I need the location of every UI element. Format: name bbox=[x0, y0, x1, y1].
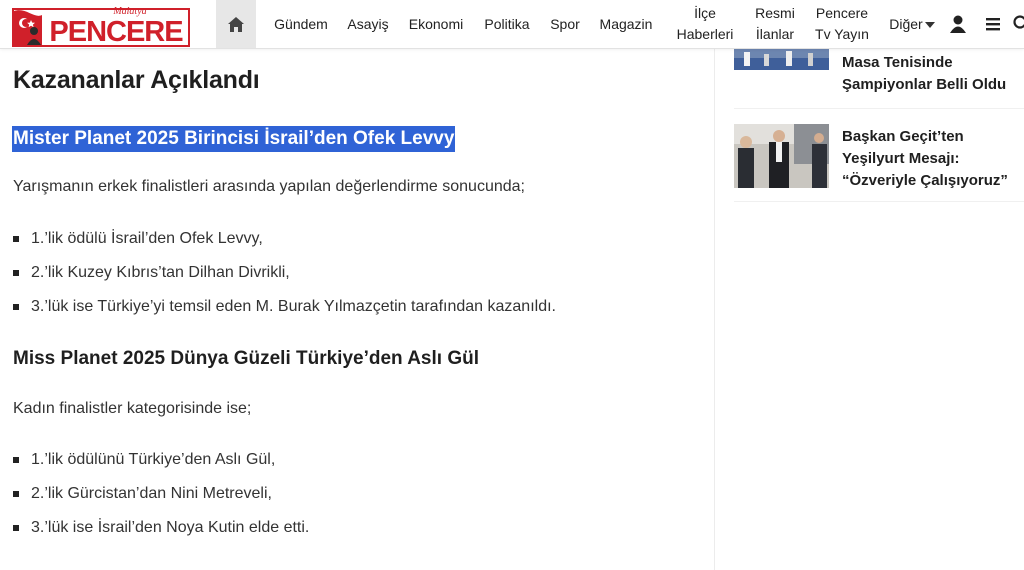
list-item: 1.’lik ödülü İsrail’den Ofek Levvy, bbox=[13, 230, 263, 248]
nav-item-asayis[interactable]: Asayiş bbox=[340, 0, 396, 48]
caret-down-icon bbox=[924, 22, 935, 28]
logo-title: PENCERE bbox=[49, 16, 183, 47]
sidebar-news-title[interactable]: Masa Tenisinde Şampiyonlar Belli Oldu bbox=[842, 52, 1024, 96]
site-logo[interactable]: Malatya PENCERE bbox=[12, 3, 190, 47]
sidebar-news-item[interactable]: Masa Tenisinde Şampiyonlar Belli Oldu bbox=[734, 48, 1024, 106]
nav-item-ekonomi[interactable]: Ekonomi bbox=[398, 0, 474, 48]
bullet bbox=[13, 236, 19, 242]
menu-icon[interactable] bbox=[983, 14, 1003, 34]
section2-intro: Kadın finalistler kategorisinde ise; bbox=[13, 400, 252, 417]
sidebar-separator bbox=[734, 201, 1024, 202]
article-heading: Kazananlar Açıklandı bbox=[13, 66, 260, 94]
nav-item-gundem[interactable]: Gündem bbox=[262, 0, 340, 48]
list-item: 2.’lik Gürcistan’dan Nini Metreveli, bbox=[13, 485, 272, 503]
list-item: 3.’lük ise Türkiye’yi temsil eden M. Bur… bbox=[13, 298, 556, 316]
search-icon[interactable] bbox=[1012, 14, 1024, 34]
sidebar-news-title[interactable]: Başkan Geçit’ten Yeşilyurt Mesajı: “Özve… bbox=[842, 126, 1024, 192]
bullet bbox=[13, 270, 19, 276]
sidebar-news-item[interactable]: Başkan Geçit’ten Yeşilyurt Mesajı: “Özve… bbox=[734, 124, 1024, 200]
nav-item-magazin[interactable]: Magazin bbox=[594, 0, 658, 48]
nav-item-spor[interactable]: Spor bbox=[542, 0, 588, 48]
list-item: 2.’lik Kuzey Kıbrıs’tan Dilhan Divrikli, bbox=[13, 264, 290, 282]
logo-image: Malatya PENCERE bbox=[12, 6, 190, 47]
nav-item-pencere-tv[interactable]: Pencere Tv Yayın bbox=[810, 0, 874, 48]
bullet bbox=[13, 525, 19, 531]
section1-intro: Yarışmanın erkek finalistleri arasında y… bbox=[13, 178, 525, 195]
column-divider bbox=[714, 48, 715, 570]
nav-item-ilce-haberleri[interactable]: İlçe Haberleri bbox=[668, 0, 742, 48]
section2-title: Miss Planet 2025 Dünya Güzeli Türkiye’de… bbox=[13, 348, 480, 369]
site-header: Malatya PENCERE Gündem Asayiş Ekonomi Po… bbox=[0, 0, 1024, 49]
bullet bbox=[13, 304, 19, 310]
sidebar-separator bbox=[734, 108, 1024, 109]
home-button[interactable] bbox=[216, 0, 256, 48]
bullet bbox=[13, 457, 19, 463]
nav-item-diger[interactable]: Diğer bbox=[886, 0, 938, 48]
user-icon[interactable] bbox=[948, 14, 968, 34]
section1-title: Mister Planet 2025 Birincisi İsrail’den … bbox=[12, 126, 456, 152]
bullet bbox=[13, 491, 19, 497]
news-thumbnail[interactable] bbox=[734, 48, 829, 70]
list-item: 1.’lik ödülünü Türkiye’den Aslı Gül, bbox=[13, 451, 275, 469]
home-icon bbox=[228, 16, 244, 32]
news-thumbnail[interactable] bbox=[734, 124, 829, 188]
nav-item-politika[interactable]: Politika bbox=[476, 0, 538, 48]
list-item: 3.’lük ise İsrail’den Noya Kutin elde et… bbox=[13, 519, 309, 537]
nav-item-resmi-ilanlar[interactable]: Resmi İlanlar bbox=[746, 0, 804, 48]
